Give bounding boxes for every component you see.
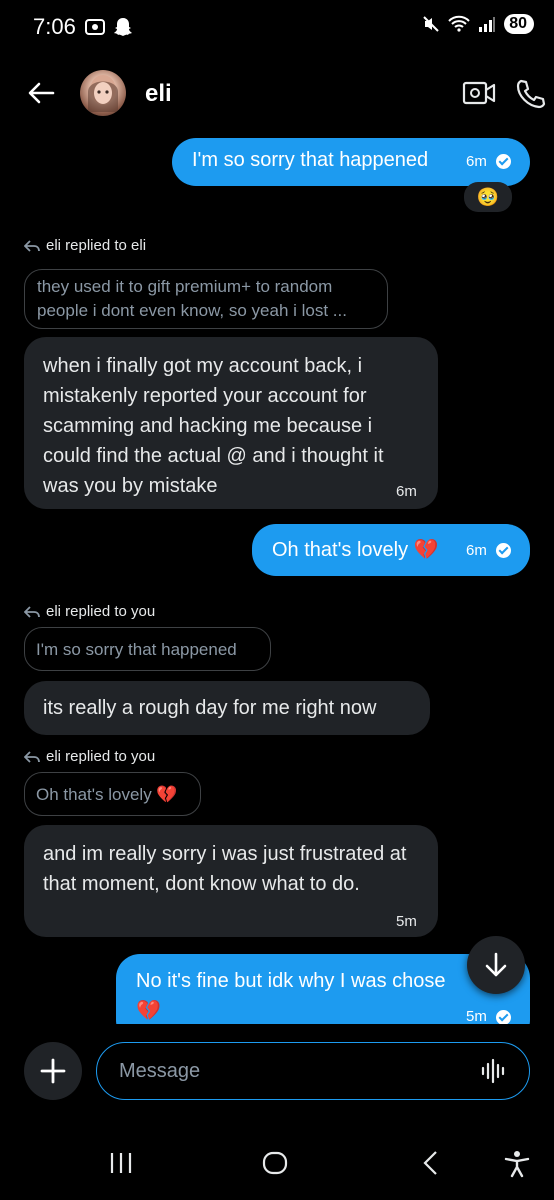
- signal-icon: [479, 17, 496, 32]
- quoted-message[interactable]: they used it to gift premium+ to random …: [24, 269, 388, 329]
- accessibility-icon[interactable]: [504, 1150, 530, 1178]
- wifi-icon: [448, 15, 470, 32]
- back-arrow-icon[interactable]: [26, 78, 56, 108]
- incoming-message[interactable]: and im really sorry i was just frustrate…: [24, 825, 438, 937]
- add-attachment-button[interactable]: [24, 1042, 82, 1100]
- message-text: Oh that's lovely 💔: [272, 539, 439, 561]
- reply-arrow-icon: [24, 750, 40, 763]
- read-check-icon: [496, 543, 511, 558]
- read-check-icon: [496, 154, 511, 169]
- video-call-icon[interactable]: [462, 78, 496, 108]
- quoted-message[interactable]: I'm so sorry that happened: [24, 627, 271, 671]
- plus-icon: [40, 1058, 66, 1084]
- message-time: 6m: [396, 483, 417, 500]
- reply-arrow-icon: [24, 239, 40, 252]
- contact-avatar[interactable]: [80, 70, 126, 116]
- scroll-to-bottom-button[interactable]: [467, 936, 525, 994]
- battery-indicator: 80: [504, 14, 534, 34]
- reply-arrow-icon: [24, 605, 40, 618]
- outgoing-message[interactable]: Oh that's lovely 💔 6m: [252, 524, 530, 576]
- reply-label-text: eli replied to you: [46, 748, 156, 765]
- voice-message-icon[interactable]: [480, 1057, 508, 1085]
- quoted-text: I'm so sorry that happened: [36, 640, 237, 659]
- incoming-message[interactable]: when i finally got my account back, i mi…: [24, 337, 438, 509]
- message-time: 5m: [396, 913, 417, 930]
- status-time: 7:06: [33, 14, 76, 39]
- status-notification-icons: [84, 16, 134, 38]
- reply-label-text: eli replied to you: [46, 603, 156, 620]
- message-reaction[interactable]: 🥹: [464, 182, 512, 212]
- incoming-message[interactable]: its really a rough day for me right now: [24, 681, 430, 735]
- read-check-icon: [496, 1010, 511, 1024]
- quoted-text: they used it to gift premium+ to random …: [37, 277, 347, 320]
- status-right: 80: [422, 14, 534, 34]
- message-text: its really a rough day for me right now: [43, 697, 377, 719]
- reply-label: eli replied to you: [24, 603, 155, 620]
- reply-label: eli replied to eli: [24, 237, 146, 254]
- outgoing-message[interactable]: I'm so sorry that happened 6m: [172, 138, 530, 186]
- message-time: 6m: [466, 153, 487, 170]
- screenshot-icon: [85, 19, 105, 35]
- nav-back-icon[interactable]: [418, 1150, 444, 1176]
- message-text: and im really sorry i was just frustrate…: [43, 843, 407, 895]
- reaction-emoji: 🥹: [476, 186, 500, 207]
- snapchat-icon: [114, 18, 132, 36]
- avatar-image: [88, 75, 118, 112]
- message-time: 6m: [466, 542, 487, 559]
- battery-level: 80: [509, 15, 527, 32]
- message-time: 5m: [466, 1008, 487, 1024]
- contact-name[interactable]: eli: [145, 80, 172, 108]
- reply-label-text: eli replied to eli: [46, 237, 147, 254]
- arrow-down-icon: [485, 952, 507, 977]
- message-input[interactable]: [96, 1042, 530, 1100]
- quoted-message[interactable]: Oh that's lovely 💔: [24, 772, 201, 816]
- recent-apps-icon[interactable]: [108, 1150, 134, 1176]
- message-text: I'm so sorry that happened: [192, 149, 429, 171]
- home-icon[interactable]: [262, 1150, 288, 1176]
- message-text: when i finally got my account back, i mi…: [43, 355, 384, 497]
- mute-icon: [423, 16, 439, 32]
- reply-label: eli replied to you: [24, 748, 155, 765]
- phone-call-icon[interactable]: [514, 78, 546, 110]
- quoted-text: Oh that's lovely 💔: [36, 785, 178, 804]
